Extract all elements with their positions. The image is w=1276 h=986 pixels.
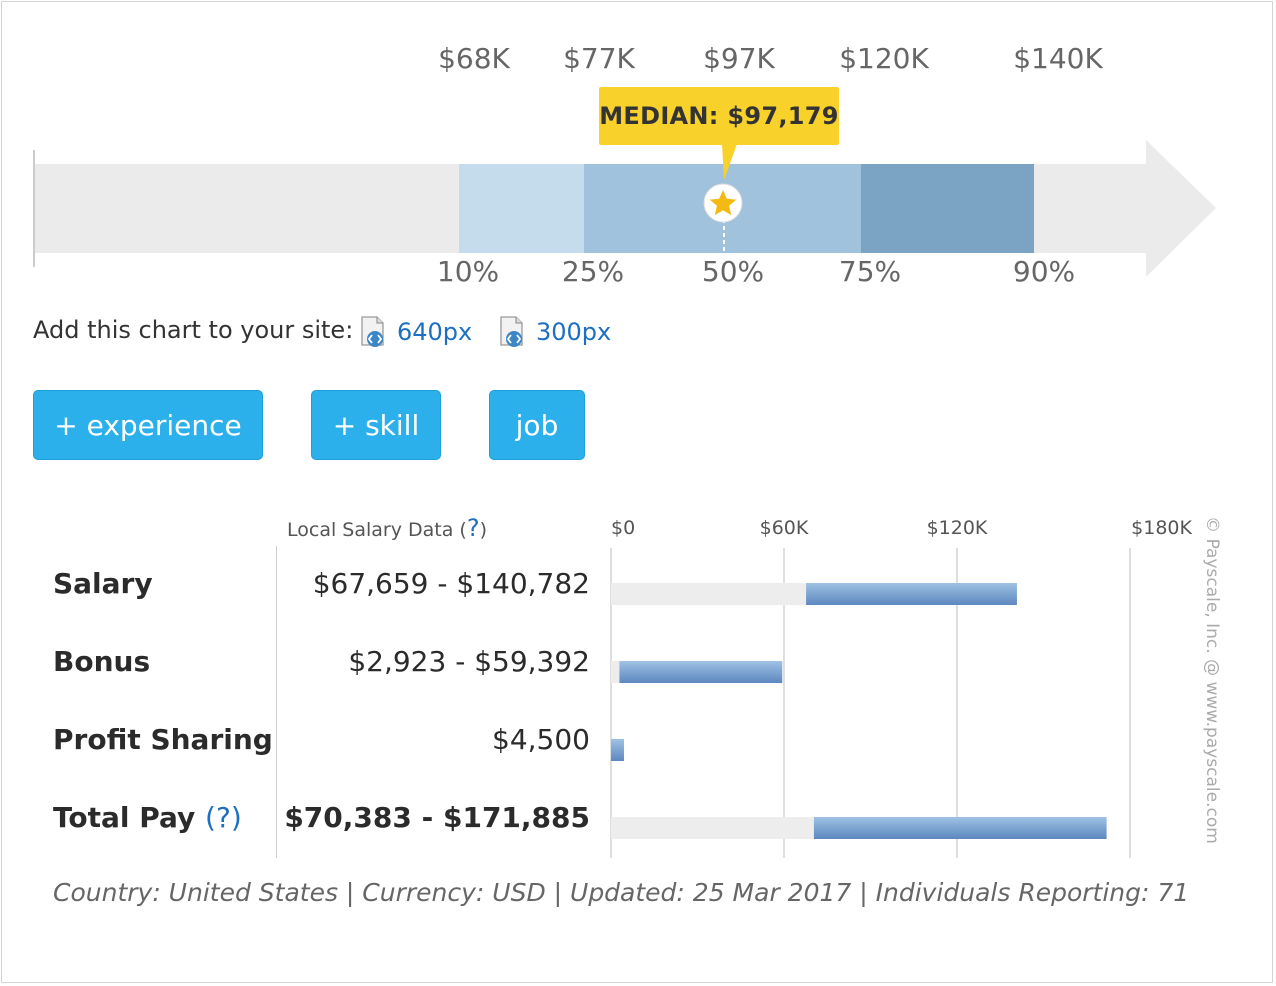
x-tick-label: $0 bbox=[611, 517, 635, 539]
range-bar bbox=[611, 739, 624, 761]
x-tick-label: $60K bbox=[760, 517, 809, 539]
range-bar bbox=[619, 661, 783, 683]
x-tick-label: $180K bbox=[1131, 517, 1192, 539]
local-salary-range-chart: $0 $60K $120K $180K bbox=[610, 517, 1193, 858]
x-tick-label: $120K bbox=[927, 517, 988, 539]
copyright-notice: © Payscale, Inc. @ www.payscale.com bbox=[1202, 516, 1222, 844]
range-bar bbox=[813, 817, 1107, 839]
range-bar bbox=[806, 583, 1017, 605]
footer-meta: Country: United States | Currency: USD |… bbox=[53, 878, 1190, 907]
